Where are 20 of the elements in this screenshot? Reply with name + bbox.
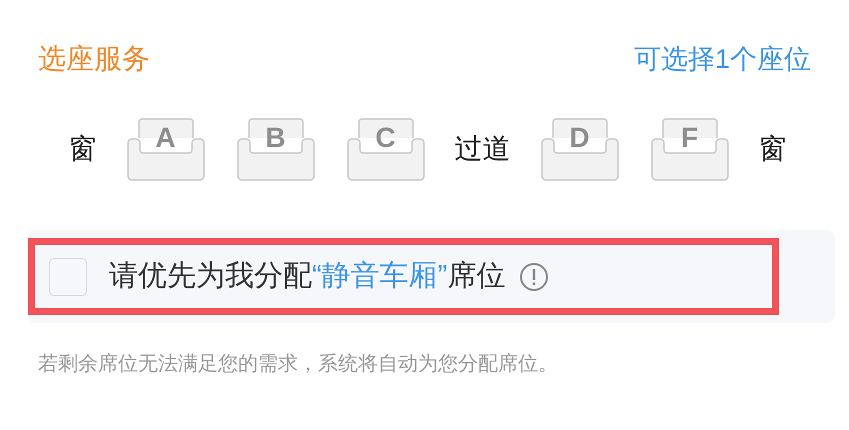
seat-icon <box>344 116 426 182</box>
info-icon[interactable] <box>519 262 550 292</box>
seat-row-label: 窗 <box>758 132 786 166</box>
seat-button[interactable]: B <box>234 116 316 182</box>
seat-button[interactable]: D <box>538 116 620 182</box>
seat-limit-hint: 可选择1个座位 <box>634 42 811 76</box>
seat-icon <box>234 116 316 182</box>
seat-icon <box>124 116 206 182</box>
seat-icon <box>538 116 620 182</box>
section-title: 选座服务 <box>38 42 150 76</box>
seat-row-label: 窗 <box>68 132 96 166</box>
seat-button[interactable]: F <box>648 116 730 182</box>
option-label: 请优先为我分配“静音车厢”席位 <box>109 258 506 294</box>
checkbox[interactable] <box>49 258 87 296</box>
seat-button[interactable]: A <box>124 116 206 182</box>
seat-icon <box>648 116 730 182</box>
seat-button[interactable]: C <box>344 116 426 182</box>
quiet-carriage-option[interactable]: 请优先为我分配“静音车厢”席位 <box>28 238 779 315</box>
note-text: 若剩余席位无法满足您的需求，系统将自动为您分配席位。 <box>38 352 559 377</box>
seat-row-label: 过道 <box>454 132 510 166</box>
